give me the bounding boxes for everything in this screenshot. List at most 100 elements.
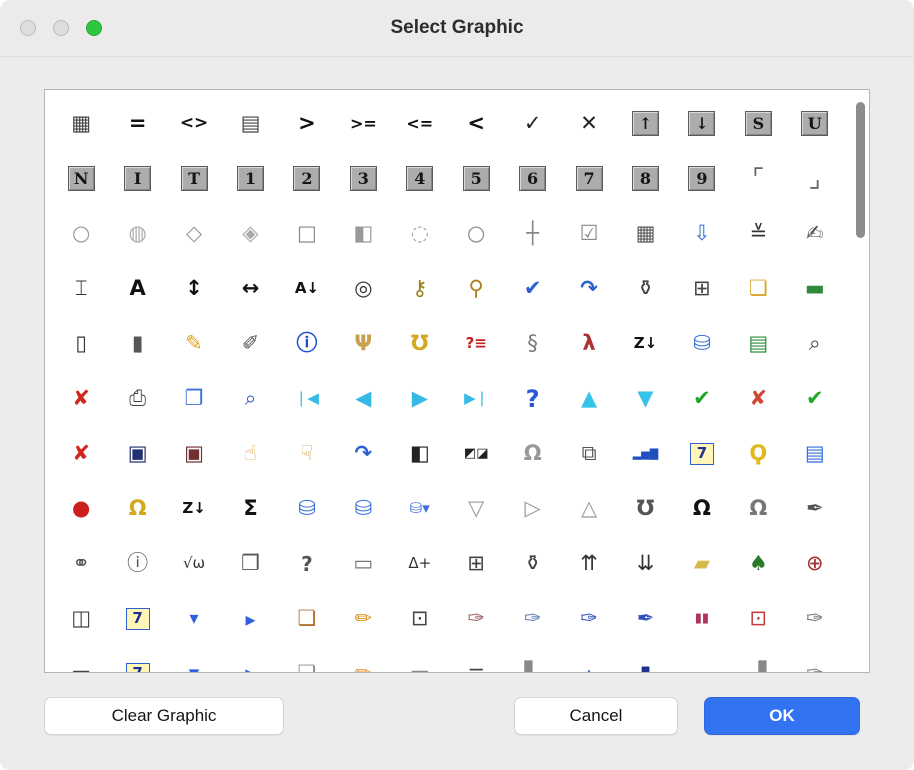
prev-record-icon-cell[interactable]: ◀ (335, 371, 391, 426)
diamond-shaded-icon-cell[interactable]: ◈ (222, 206, 278, 261)
clipped-icon-11-cell[interactable]: ▮ (617, 646, 673, 673)
insert-column-icon-cell[interactable]: ⇩ (674, 206, 730, 261)
copy-icon-cell[interactable]: ❐ (166, 371, 222, 426)
calendar-7-icon-cell[interactable]: 7 (674, 426, 730, 481)
down-arrow-boxed-icon-cell[interactable]: ↓ (674, 96, 730, 151)
outline-up-icon-cell[interactable]: △ (561, 481, 617, 536)
cancel-button[interactable]: Cancel (514, 697, 678, 735)
first-record-icon-cell[interactable]: ❘◀ (279, 371, 335, 426)
sign-doc-icon-cell[interactable]: ✑ (448, 591, 504, 646)
save-as-icon-cell[interactable]: ▣ (166, 426, 222, 481)
greater-equal-icon-cell[interactable]: >= (335, 96, 391, 151)
exit-door-icon-cell[interactable]: ▯ (53, 316, 109, 371)
circle-shaded-icon-cell[interactable]: ◍ (109, 206, 165, 261)
lightbulb-icon-cell[interactable]: Ϙ (730, 426, 786, 481)
sign-doc3-icon-cell[interactable]: ✑ (561, 591, 617, 646)
merge-cells-icon-cell[interactable]: ≚ (730, 206, 786, 261)
lock-black-icon-cell[interactable]: Ω (674, 481, 730, 536)
brackets-icon-cell[interactable]: <> (166, 96, 222, 151)
help-circle-icon-cell[interactable]: ? (279, 536, 335, 591)
barcode-icon-cell[interactable]: ▮▮ (674, 591, 730, 646)
spreadsheet-icon-cell[interactable]: ▦ (53, 96, 109, 151)
width-arrows-icon-cell[interactable]: ↔ (222, 261, 278, 316)
quill-icon-cell[interactable]: ✒ (787, 481, 843, 536)
height-arrows-icon-cell[interactable]: ↕ (166, 261, 222, 316)
strikethrough-boxed-icon-cell[interactable]: S (730, 96, 786, 151)
lock-mesh-icon-cell[interactable]: Ω (730, 481, 786, 536)
unlock-icon-cell[interactable]: ℧ (617, 481, 673, 536)
zoom-button-icon[interactable] (86, 20, 102, 36)
thumbs-down-icon-cell[interactable]: ☟ (279, 426, 335, 481)
text-boxed-icon-cell[interactable]: T (166, 151, 222, 206)
magnifier-icon-cell[interactable]: ⌕ (222, 371, 278, 426)
clipped-icon-6-cell[interactable]: ✏ (335, 646, 391, 673)
corner-topleft-icon-cell[interactable]: ⌜ (730, 151, 786, 206)
runner-icon-cell[interactable]: λ (561, 316, 617, 371)
number-3-boxed-icon-cell[interactable]: 3 (335, 151, 391, 206)
ok-button[interactable]: OK (704, 697, 860, 735)
dropdown-blue-icon-cell[interactable]: ▾ (166, 591, 222, 646)
clipped-icon-9-cell[interactable]: ▚ (504, 646, 560, 673)
outline-down-icon-cell[interactable]: ▽ (448, 481, 504, 536)
font-icon-cell[interactable]: A (109, 261, 165, 316)
database-icon-cell[interactable]: ⛁ (279, 481, 335, 536)
red-x-icon-cell[interactable]: ✘ (53, 371, 109, 426)
clipped-icon-12-cell[interactable]: ▂ (674, 646, 730, 673)
sign-doc2-icon-cell[interactable]: ✑ (504, 591, 560, 646)
pushpin-icon-cell[interactable]: ⚲ (448, 261, 504, 316)
glasses-icon-cell[interactable]: ⚭ (53, 536, 109, 591)
clipped-icon-3-cell[interactable]: ▾ (166, 646, 222, 673)
scrollbar-thumb[interactable] (856, 102, 865, 238)
green-check-bold-icon-cell[interactable]: ✔ (787, 371, 843, 426)
key-icon-cell[interactable]: ⚷ (392, 261, 448, 316)
clipped-icon-7-cell[interactable]: ▭ (392, 646, 448, 673)
clipped-icon-5-cell[interactable]: ❏ (279, 646, 335, 673)
number-8-boxed-icon-cell[interactable]: 8 (617, 151, 673, 206)
circle-dotted-icon-cell[interactable]: ◌ (392, 206, 448, 261)
square-root-icon-cell[interactable]: √ω (166, 536, 222, 591)
document-lines-icon-cell[interactable]: ▤ (222, 96, 278, 151)
window-popup-icon-cell[interactable]: ⊡ (392, 591, 448, 646)
clipped-icon-14-cell[interactable]: ✑ (787, 646, 843, 673)
delta-plus-icon-cell[interactable]: Δ+ (392, 536, 448, 591)
note-edit-icon-cell[interactable]: ❏ (279, 591, 335, 646)
multiply-icon-cell[interactable]: ✕ (561, 96, 617, 151)
red-ball-icon-cell[interactable]: ● (53, 481, 109, 536)
sort-za-icon-cell[interactable]: Z↓ (617, 316, 673, 371)
number-6-boxed-icon-cell[interactable]: 6 (504, 151, 560, 206)
paintbrush-icon-cell[interactable]: ✐ (222, 316, 278, 371)
help-icon-cell[interactable]: ? (504, 371, 560, 426)
padlock-yellow-icon-cell[interactable]: Ω (109, 481, 165, 536)
number-1-boxed-icon-cell[interactable]: 1 (222, 151, 278, 206)
sticky-note-icon-cell[interactable]: ❏ (730, 261, 786, 316)
scroll-icon-cell[interactable]: § (504, 316, 560, 371)
number-5-boxed-icon-cell[interactable]: 5 (448, 151, 504, 206)
collapse-down-icon-cell[interactable]: ⇊ (617, 536, 673, 591)
select-region-icon-cell[interactable]: ⊡ (730, 591, 786, 646)
number-9-boxed-icon-cell[interactable]: 9 (674, 151, 730, 206)
help-list-icon-cell[interactable]: ?≡ (448, 316, 504, 371)
less-than-icon-cell[interactable]: < (448, 96, 504, 151)
tree-icon-cell[interactable]: ♠ (730, 536, 786, 591)
greater-than-icon-cell[interactable]: > (279, 96, 335, 151)
circle-thin-icon-cell[interactable]: ○ (448, 206, 504, 261)
database-grid-icon-cell[interactable]: ⛁ (674, 316, 730, 371)
number-4-boxed-icon-cell[interactable]: 4 (392, 151, 448, 206)
unlock-yellow-icon-cell[interactable]: ℧ (392, 316, 448, 371)
play-blue-icon-cell[interactable]: ▸ (222, 591, 278, 646)
pencil2-icon-cell[interactable]: ✏ (335, 591, 391, 646)
close-button-icon[interactable] (20, 20, 36, 36)
next-record-icon-cell[interactable]: ▶ (392, 371, 448, 426)
redo-arrow-icon-cell[interactable]: ↷ (561, 261, 617, 316)
info-outline-icon-cell[interactable]: ⓘ (109, 536, 165, 591)
red-cross-icon-cell[interactable]: ✘ (730, 371, 786, 426)
redo2-icon-cell[interactable]: ↷ (335, 426, 391, 481)
square-outline-icon-cell[interactable]: □ (279, 206, 335, 261)
pen-doc-icon-cell[interactable]: ✑ (787, 591, 843, 646)
minimize-button-icon[interactable] (53, 20, 69, 36)
italic-boxed-icon-cell[interactable]: I (109, 151, 165, 206)
clipped-icon-13-cell[interactable]: ▞ (730, 646, 786, 673)
pencil-icon-cell[interactable]: ✎ (166, 316, 222, 371)
target-icon-cell[interactable]: ◎ (335, 261, 391, 316)
fill-hand-icon-cell[interactable]: ✍ (787, 206, 843, 261)
